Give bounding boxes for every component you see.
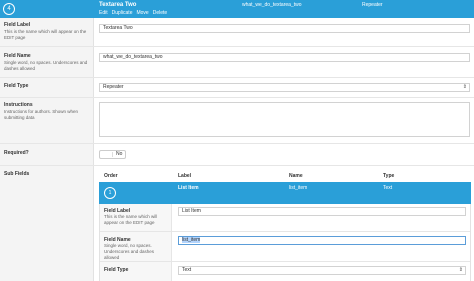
- field-label-title: Field Label: [4, 22, 31, 28]
- divider: [0, 97, 474, 98]
- col-label: Label: [178, 173, 192, 179]
- sub-name-selection: list_item: [182, 237, 201, 243]
- sub-field-row[interactable]: 1 List Item list_item Text: [99, 182, 471, 204]
- field-type-value: Repeater: [103, 84, 124, 90]
- field-editor: 4 Textarea Two Edit Duplicate Move Delet…: [0, 0, 474, 281]
- toggle-knob: [101, 152, 113, 157]
- sub-fields-title: Sub Fields: [4, 171, 30, 177]
- select-arrows-icon: ⇕: [462, 84, 467, 90]
- field-type-select[interactable]: Repeater ⇕: [99, 83, 470, 92]
- col-type: Type: [383, 173, 395, 179]
- edit-link[interactable]: Edit: [99, 10, 108, 16]
- delete-link[interactable]: Delete: [153, 10, 167, 16]
- sub-label-desc: This is the name which will appear on th…: [104, 214, 158, 225]
- sub-field-order-badge[interactable]: 1: [104, 187, 116, 199]
- sub-type-select[interactable]: Text ⇕: [178, 266, 466, 275]
- sub-field-name: list_item: [289, 185, 308, 191]
- field-name-desc: Single word, no spaces. Underscores and …: [4, 60, 88, 71]
- field-name-display: what_we_do_textarea_two: [242, 2, 302, 8]
- divider: [0, 46, 474, 47]
- required-toggle[interactable]: No: [99, 150, 126, 159]
- field-name-input[interactable]: what_we_do_textarea_two: [99, 53, 470, 62]
- divider: [0, 165, 474, 166]
- sub-name-input[interactable]: list_item: [178, 236, 466, 245]
- field-name-title: Field Name: [4, 53, 31, 59]
- field-label-input[interactable]: Textarea Two: [99, 24, 470, 33]
- sub-type-title: Field Type: [104, 267, 129, 273]
- sub-field-type: Text: [383, 185, 393, 191]
- instructions-desc: Instructions for authors. Shown when sub…: [4, 109, 79, 120]
- move-link[interactable]: Move: [136, 10, 148, 16]
- field-label-desc: This is the name which will appear on th…: [4, 29, 87, 40]
- field-order-badge[interactable]: 4: [3, 3, 15, 15]
- sub-field-editor: Field Label This is the name which will …: [99, 204, 471, 281]
- divider: [0, 143, 474, 144]
- field-actions: Edit Duplicate Move Delete: [99, 10, 167, 16]
- sub-name-desc: Single word, no spaces. Underscores and …: [104, 243, 155, 260]
- duplicate-link[interactable]: Duplicate: [112, 10, 133, 16]
- divider: [100, 231, 470, 232]
- required-title: Required?: [4, 150, 29, 156]
- col-name: Name: [289, 173, 303, 179]
- col-order: Order: [104, 173, 118, 179]
- field-header-bar[interactable]: 4 Textarea Two Edit Duplicate Move Delet…: [0, 0, 474, 18]
- field-title[interactable]: Textarea Two: [99, 2, 136, 8]
- field-type-title: Field Type: [4, 83, 29, 89]
- instructions-textarea[interactable]: [99, 102, 470, 137]
- sub-label-input[interactable]: List Item: [178, 207, 466, 216]
- required-toggle-label: No: [116, 151, 123, 157]
- instructions-title: Instructions: [4, 102, 33, 108]
- sub-type-value: Text: [182, 267, 192, 273]
- field-type-display: Repeater: [362, 2, 383, 8]
- sub-fields-header: Order Label Name Type: [99, 171, 471, 181]
- divider: [100, 261, 470, 262]
- divider: [0, 77, 474, 78]
- select-arrows-icon: ⇕: [458, 267, 463, 273]
- sub-field-label[interactable]: List Item: [178, 185, 199, 191]
